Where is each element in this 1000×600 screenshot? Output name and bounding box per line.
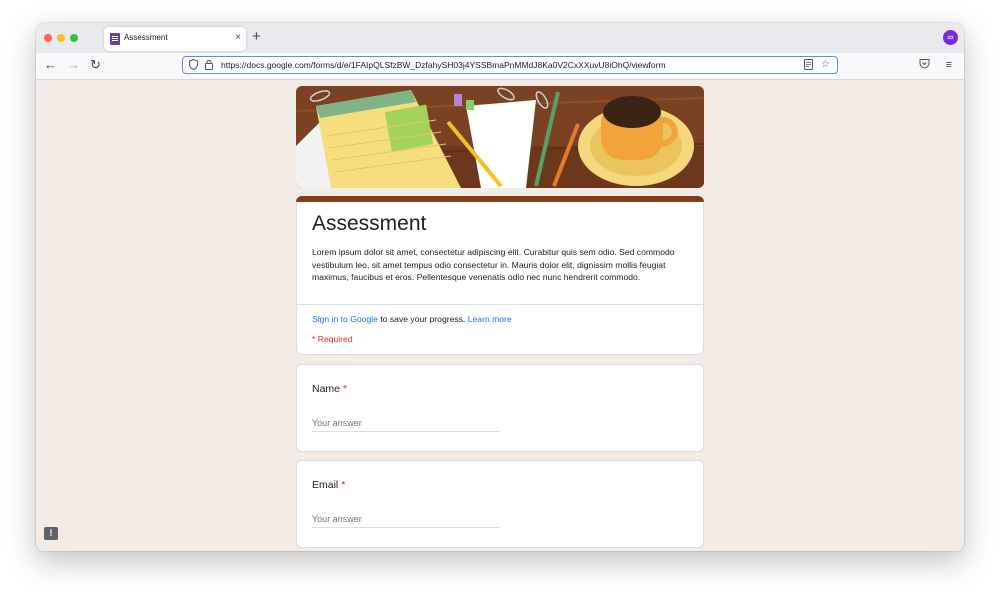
question-title: Email (312, 479, 339, 491)
learn-more-link[interactable]: Learn more (468, 314, 512, 324)
page-title: Assessment (312, 212, 427, 235)
bookmark-star-icon[interactable]: ☆ (821, 59, 830, 71)
question-card-name: Name * (296, 364, 704, 452)
report-issue-icon[interactable]: ! (44, 527, 58, 540)
theme-color-bar (296, 196, 704, 202)
browser-window: Assessment × + ∞ ← → ↻ https://docs.goog… (36, 23, 964, 551)
signin-prompt: Sign in to Google to save your progress.… (312, 314, 512, 324)
name-input[interactable] (312, 415, 500, 432)
page-content: Assessment Lorem ipsum dolor sit amet, c… (36, 80, 964, 551)
zoom-window-button[interactable] (70, 34, 78, 42)
email-input[interactable] (312, 511, 500, 528)
url-text[interactable]: https://docs.google.com/forms/d/e/1FAIpQ… (221, 60, 666, 70)
forward-button[interactable]: → (67, 58, 80, 72)
google-forms-icon (110, 33, 120, 45)
close-window-button[interactable] (44, 34, 52, 42)
close-tab-icon[interactable]: × (235, 31, 241, 45)
pocket-icon[interactable] (919, 58, 930, 73)
question-title: Name (312, 383, 341, 395)
tab-strip: Assessment × + ∞ (36, 23, 964, 53)
minimize-window-button[interactable] (57, 34, 65, 42)
tab-title: Assessment (124, 33, 168, 42)
hamburger-menu-icon[interactable]: ≡ (946, 58, 952, 72)
back-button[interactable]: ← (44, 58, 57, 72)
question-card-email: Email * (296, 460, 704, 548)
question-label: Name * (312, 383, 347, 395)
form-title-card: Assessment Lorem ipsum dolor sit amet, c… (296, 196, 704, 355)
new-tab-button[interactable]: + (252, 29, 261, 45)
form-header-image (296, 86, 704, 188)
reader-view-icon[interactable] (804, 59, 813, 74)
lock-icon[interactable] (205, 59, 213, 73)
reload-button[interactable]: ↻ (90, 58, 101, 72)
tab-assessment[interactable]: Assessment × (104, 27, 246, 51)
required-asterisk: * (341, 479, 346, 491)
address-bar[interactable]: https://docs.google.com/forms/d/e/1FAIpQ… (182, 56, 838, 74)
account-icon[interactable]: ∞ (943, 30, 958, 45)
divider (297, 304, 703, 305)
required-note: * Required (312, 334, 353, 344)
sign-in-link[interactable]: Sign in to Google (312, 314, 378, 324)
required-asterisk: * (342, 383, 348, 395)
shield-icon[interactable] (189, 58, 198, 73)
navigation-toolbar: ← → ↻ https://docs.google.com/forms/d/e/… (36, 53, 964, 80)
question-label: Email * (312, 479, 345, 491)
form-description: Lorem ipsum dolor sit amet, consectetur … (312, 247, 675, 282)
signin-text: to save your progress. (377, 314, 468, 324)
